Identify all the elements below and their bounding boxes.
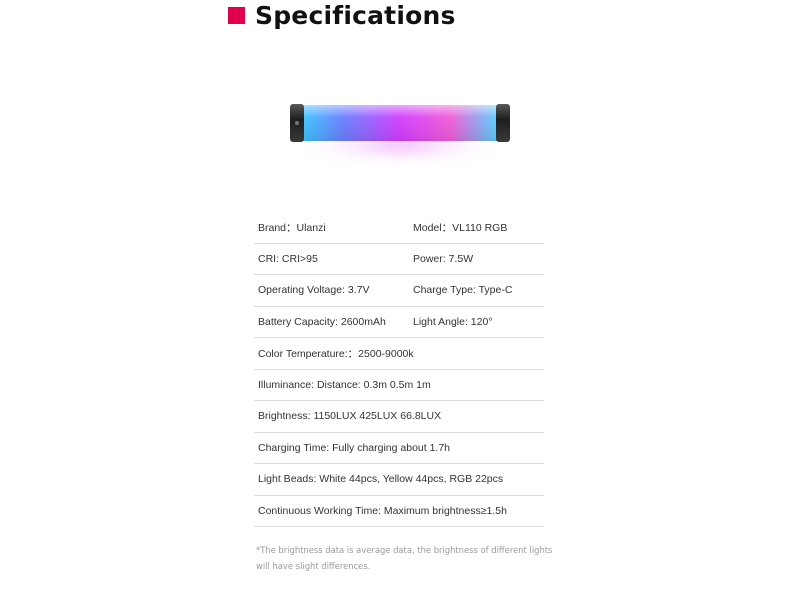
spec-cell: Color Temperature:：2500-9000k <box>258 347 414 360</box>
spec-row: Brand：Ulanzi Model：VL110 RGB <box>254 212 544 244</box>
spec-row: Brightness: 1150LUX 425LUX 66.8LUX <box>254 401 544 433</box>
spec-cell: Charge Type: Type-C <box>413 284 513 297</box>
spec-cell: Brand：Ulanzi <box>258 221 326 234</box>
accent-square-icon <box>228 7 245 24</box>
rgb-light-tube-image <box>268 85 532 175</box>
footnote-line: will have slight differences. <box>256 560 371 571</box>
spec-row: CRI: CRI>95 Power: 7.5W <box>254 244 544 275</box>
spec-cell: Power: 7.5W <box>413 252 474 265</box>
spec-cell: Illuminance: Distance: 0.3m 0.5m 1m <box>258 378 431 391</box>
spec-row: Battery Capacity: 2600mAh Light Angle: 1… <box>254 307 544 338</box>
footnote: *The brightness data is average data, th… <box>256 543 576 574</box>
spec-cell: Light Beads: White 44pcs, Yellow 44pcs, … <box>258 473 504 486</box>
spec-page: Specifications Brand：Ulanzi Model：VL110 … <box>0 0 800 600</box>
spec-cell: Brightness: 1150LUX 425LUX 66.8LUX <box>258 410 442 423</box>
spec-cell: Continuous Working Time: Maximum brightn… <box>258 504 507 517</box>
spec-row: Charging Time: Fully charging about 1.7h <box>254 433 544 464</box>
spec-row: Color Temperature:：2500-9000k <box>254 338 544 370</box>
footnote-line: *The brightness data is average data, th… <box>256 545 553 555</box>
spec-cell: Charging Time: Fully charging about 1.7h <box>258 441 451 454</box>
section-heading: Specifications <box>228 0 456 30</box>
spec-cell: Light Angle: 120° <box>413 315 493 328</box>
spec-cell: Operating Voltage: 3.7V <box>258 284 370 297</box>
spec-row: Operating Voltage: 3.7V Charge Type: Typ… <box>254 275 544 307</box>
spec-cell: Model：VL110 RGB <box>413 221 508 234</box>
spec-row: Light Beads: White 44pcs, Yellow 44pcs, … <box>254 464 544 496</box>
spec-row: Continuous Working Time: Maximum brightn… <box>254 496 544 527</box>
spec-table: Brand：Ulanzi Model：VL110 RGB CRI: CRI>95… <box>254 212 544 527</box>
spec-cell: CRI: CRI>95 <box>258 252 318 265</box>
spec-row: Illuminance: Distance: 0.3m 0.5m 1m <box>254 370 544 401</box>
spec-cell: Battery Capacity: 2600mAh <box>258 315 386 328</box>
page-title: Specifications <box>255 0 456 30</box>
